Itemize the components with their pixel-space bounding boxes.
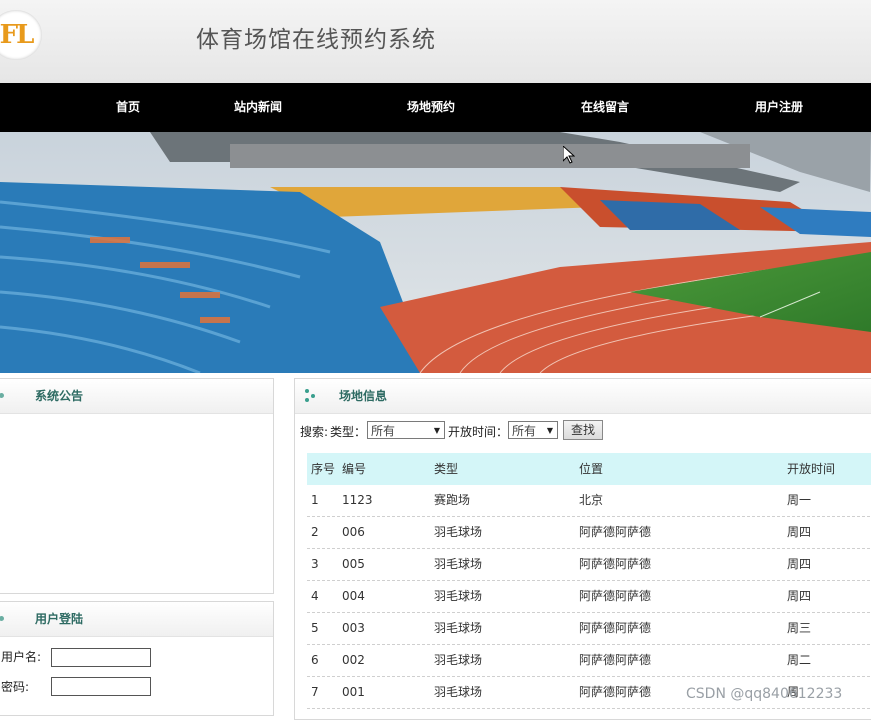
- type-select-value: 所有: [371, 424, 396, 438]
- cell-index: 3: [311, 557, 319, 571]
- site-logo[interactable]: FL: [0, 10, 42, 60]
- bullet-icon: [0, 616, 4, 621]
- col-header-location: 位置: [579, 462, 604, 476]
- open-time-select-value: 所有: [512, 424, 537, 438]
- col-header-type: 类型: [434, 462, 459, 476]
- cell-index: 4: [311, 589, 319, 603]
- nav-item-messages[interactable]: 在线留言: [581, 83, 629, 132]
- dropdown-arrow-icon: ▼: [433, 426, 440, 435]
- nav-item-booking[interactable]: 场地预约: [407, 83, 455, 132]
- mouse-cursor-icon: [563, 146, 575, 164]
- cell-code: 003: [342, 621, 365, 635]
- cell-type: 羽毛球场: [434, 525, 483, 539]
- cell-code: 1123: [342, 493, 373, 507]
- table-row[interactable]: 4 004 羽毛球场 阿萨德阿萨德 周四: [307, 581, 871, 613]
- dots-icon: [305, 389, 317, 403]
- password-label: 密码:: [1, 680, 30, 694]
- notice-panel-title: 系统公告: [35, 389, 84, 403]
- col-header-index: 序号: [311, 462, 336, 476]
- cell-index: 2: [311, 525, 319, 539]
- cell-index: 6: [311, 653, 319, 667]
- cell-type: 羽毛球场: [434, 589, 483, 603]
- cell-index: 5: [311, 621, 319, 635]
- stadium-photo: [0, 132, 871, 373]
- cell-code: 006: [342, 525, 365, 539]
- type-select[interactable]: 所有 ▼: [367, 421, 445, 439]
- col-header-code: 编号: [342, 462, 367, 476]
- cell-open-time: 周四: [787, 525, 812, 539]
- cell-location: 阿萨德阿萨德: [579, 653, 652, 667]
- nav-item-register[interactable]: 用户注册: [755, 83, 803, 132]
- table-row[interactable]: 5 003 羽毛球场 阿萨德阿萨德 周三: [307, 613, 871, 645]
- table-header: 序号 编号 类型 位置 开放时间: [307, 453, 871, 485]
- cell-location: 阿萨德阿萨德: [579, 589, 652, 603]
- cell-location: 阿萨德阿萨德: [579, 685, 652, 699]
- login-panel: 用户登陆 用户名: 密码:: [0, 601, 274, 716]
- cell-code: 004: [342, 589, 365, 603]
- password-field[interactable]: [51, 677, 151, 696]
- cell-code: 002: [342, 653, 365, 667]
- page-header: FL 体育场馆在线预约系统: [0, 0, 871, 83]
- cell-open-time: 周三: [787, 621, 812, 635]
- table-row[interactable]: 6 002 羽毛球场 阿萨德阿萨德 周二: [307, 645, 871, 677]
- login-panel-title: 用户登陆: [35, 612, 84, 626]
- nav-item-news[interactable]: 站内新闻: [234, 83, 282, 132]
- cell-type: 羽毛球场: [434, 557, 483, 571]
- site-title: 体育场馆在线预约系统: [196, 27, 436, 53]
- col-header-open-time: 开放时间: [787, 462, 836, 476]
- login-panel-header: 用户登陆: [0, 602, 273, 637]
- table-row[interactable]: 2 006 羽毛球场 阿萨德阿萨德 周四: [307, 517, 871, 549]
- cell-location: 阿萨德阿萨德: [579, 557, 652, 571]
- stadium-banner: [0, 132, 871, 373]
- main-nav: 首页 站内新闻 场地预约 在线留言 用户注册: [0, 83, 871, 132]
- username-label: 用户名:: [1, 650, 42, 664]
- cell-index: 1: [311, 493, 319, 507]
- watermark: CSDN @qq840612233: [686, 686, 843, 702]
- cell-type: 羽毛球场: [434, 685, 483, 699]
- notice-panel-header: 系统公告: [0, 379, 273, 414]
- cell-open-time: 周一: [787, 493, 812, 507]
- venue-panel-header: 场地信息: [295, 379, 871, 414]
- nav-item-home[interactable]: 首页: [116, 83, 140, 132]
- cell-type: 赛跑场: [434, 493, 471, 507]
- notice-panel: 系统公告: [0, 378, 274, 594]
- venue-panel: 场地信息 搜索: 类型： 所有 ▼ 开放时间： 所有 ▼ 查找 序号 编号 类型…: [294, 378, 871, 720]
- cell-code: 005: [342, 557, 365, 571]
- cell-code: 001: [342, 685, 365, 699]
- venue-panel-title: 场地信息: [339, 389, 388, 403]
- venue-table: 序号 编号 类型 位置 开放时间 1 1123 赛跑场 北京 周一 2 006 …: [307, 453, 871, 709]
- cell-index: 7: [311, 685, 319, 699]
- open-time-select[interactable]: 所有 ▼: [508, 421, 558, 439]
- cell-open-time: 周四: [787, 589, 812, 603]
- open-time-label: 开放时间：: [448, 425, 509, 439]
- table-row[interactable]: 3 005 羽毛球场 阿萨德阿萨德 周四: [307, 549, 871, 581]
- cell-type: 羽毛球场: [434, 621, 483, 635]
- table-row[interactable]: 1 1123 赛跑场 北京 周一: [307, 485, 871, 517]
- cell-location: 阿萨德阿萨德: [579, 621, 652, 635]
- cell-location: 北京: [579, 493, 604, 507]
- search-button[interactable]: 查找: [563, 420, 603, 440]
- cell-location: 阿萨德阿萨德: [579, 525, 652, 539]
- username-field[interactable]: [51, 648, 151, 667]
- cell-open-time: 周四: [787, 557, 812, 571]
- type-label: 类型：: [330, 425, 367, 439]
- search-label: 搜索:: [300, 425, 329, 439]
- cell-type: 羽毛球场: [434, 653, 483, 667]
- cell-open-time: 周二: [787, 653, 812, 667]
- bullet-icon: [0, 393, 4, 398]
- dropdown-arrow-icon: ▼: [546, 426, 553, 435]
